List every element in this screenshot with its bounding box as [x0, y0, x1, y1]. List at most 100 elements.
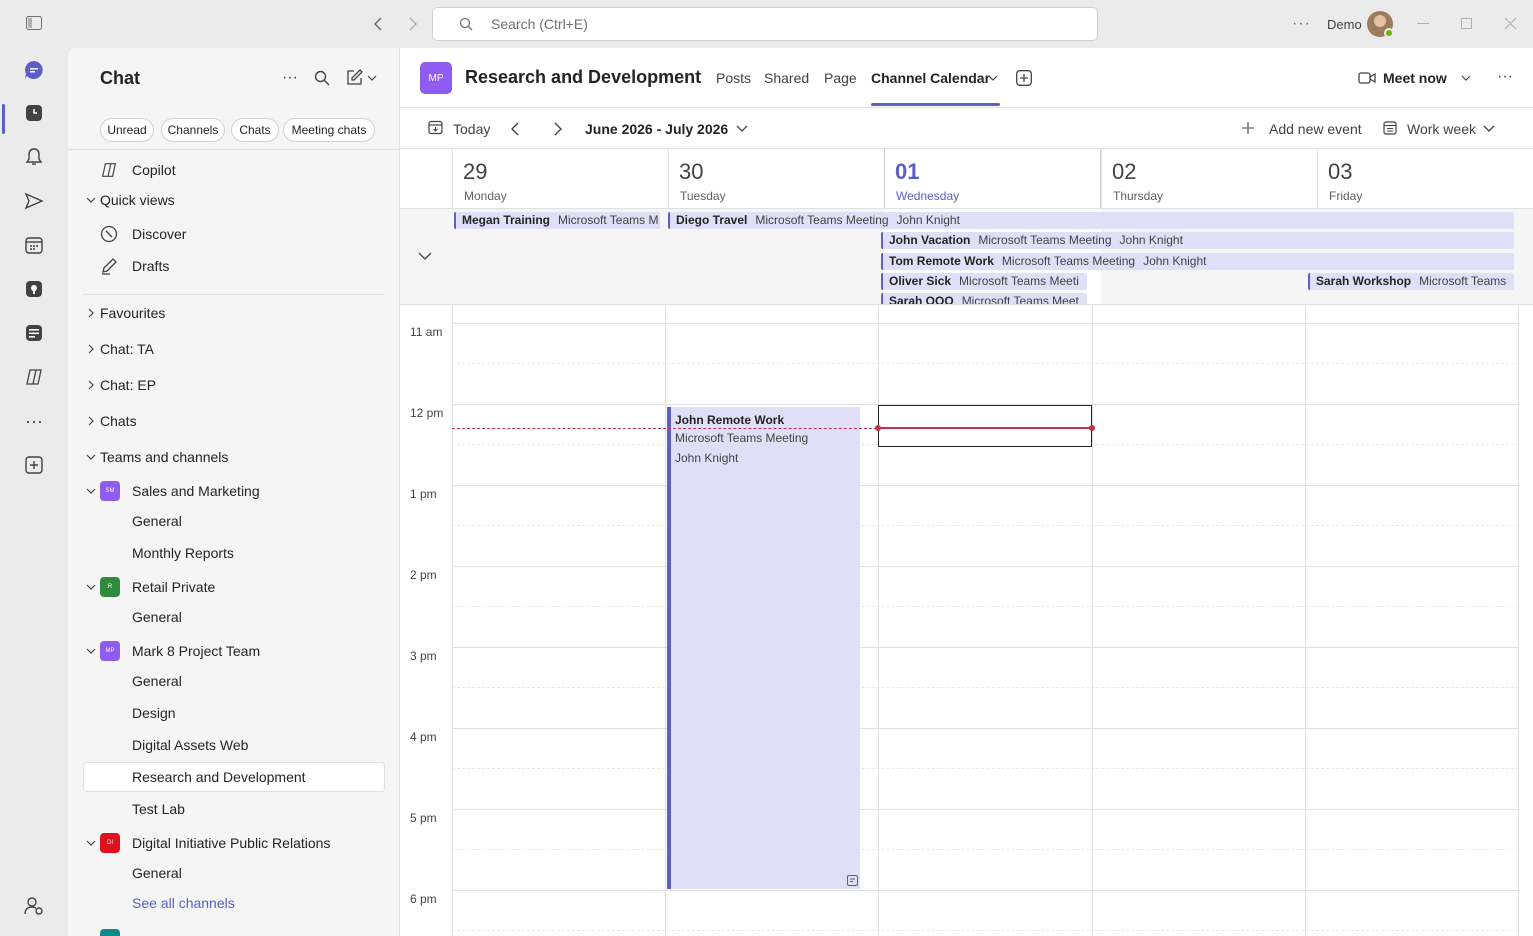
day-header[interactable]: 03 Friday [1317, 149, 1533, 209]
channel-item[interactable]: Monthly Reports [68, 539, 399, 567]
filter-meeting-chats[interactable]: Meeting chats [283, 118, 375, 142]
tab-page[interactable]: Page [824, 70, 857, 86]
chat-ep-header[interactable]: Chat: EP [68, 371, 399, 399]
channel-item[interactable]: Design [68, 699, 399, 727]
copilot-icon[interactable] [22, 365, 46, 389]
hour-label: 5 pm [410, 811, 437, 825]
today-button[interactable]: Today [453, 121, 490, 137]
discover-row[interactable]: Discover [68, 220, 399, 248]
chat-icon[interactable] [22, 58, 46, 82]
meet-now-button[interactable]: Meet now [1358, 70, 1471, 86]
team-mark-8-project-team[interactable]: MP Mark 8 Project Team [68, 637, 399, 665]
notes-app-icon[interactable] [22, 321, 46, 345]
allday-event[interactable]: Oliver Sick Microsoft Teams Meeti [881, 273, 1087, 290]
chevron-down-icon[interactable] [736, 125, 748, 132]
see-all-channels-link[interactable]: See all channels [68, 889, 399, 917]
send-icon[interactable] [22, 189, 46, 213]
channel-title: Research and Development [465, 67, 702, 87]
chat-ta-header[interactable]: Chat: TA [68, 335, 399, 363]
favourites-label: Favourites [100, 305, 166, 321]
add-app-icon[interactable] [22, 453, 46, 477]
filter-channels[interactable]: Channels [161, 118, 225, 142]
previous-week-icon[interactable] [510, 121, 520, 137]
maximize-icon[interactable] [1461, 18, 1472, 29]
chat-sidebar: Chat ··· Unread Channels Chats Meeting c… [68, 48, 400, 936]
collapse-allday-icon[interactable] [418, 252, 432, 260]
team-digital-initiative-public-relations[interactable]: DI Digital Initiative Public Relations [68, 829, 399, 857]
calendar-view-icon[interactable] [1383, 121, 1397, 135]
chevron-down-icon[interactable] [988, 75, 998, 81]
day-header[interactable]: 30 Tuesday [668, 149, 884, 209]
chevron-down-icon [1461, 75, 1471, 81]
date-range[interactable]: June 2026 - July 2026 [585, 121, 728, 137]
channel-item-selected[interactable]: Research and Development [68, 763, 399, 791]
tab-posts[interactable]: Posts [716, 70, 751, 86]
calendar-icon[interactable] [22, 233, 46, 257]
header-more-icon[interactable]: ··· [1497, 68, 1513, 86]
event-title: Megan Training [462, 213, 551, 227]
calendar-event[interactable]: John Remote Work Microsoft Teams Meeting… [667, 407, 860, 889]
allday-event[interactable]: Diego Travel Microsoft Teams Meeting John … [668, 212, 1514, 229]
channel-item[interactable]: General [68, 667, 399, 695]
grid-line [878, 305, 879, 936]
day-header[interactable]: 29 Monday [452, 149, 668, 209]
selected-time-slot[interactable] [878, 405, 1092, 447]
filter-unread[interactable]: Unread [100, 118, 154, 142]
tab-shared[interactable]: Shared [764, 70, 809, 86]
day-header-gutter [400, 149, 452, 209]
current-time-dot [875, 425, 881, 431]
filter-chats[interactable]: Chats [231, 118, 279, 142]
channel-item[interactable]: General [68, 859, 399, 887]
plus-icon[interactable] [1241, 121, 1255, 135]
channel-label: Test Lab [132, 801, 185, 817]
quick-views-header[interactable]: Quick views [68, 186, 399, 214]
calendar-today-icon[interactable] [428, 120, 443, 135]
lightbulb-app-icon[interactable] [22, 277, 46, 301]
back-arrow-icon[interactable] [372, 16, 386, 32]
favourites-header[interactable]: Favourites [68, 299, 399, 327]
allday-event[interactable]: Tom Remote Work Microsoft Teams Meeting Jo… [881, 253, 1514, 270]
grid-line [452, 606, 1519, 607]
team-sales-and-marketing[interactable]: SM Sales and Marketing [68, 477, 399, 505]
allday-event[interactable]: Megan Training Microsoft Teams M [454, 212, 660, 229]
add-tab-icon[interactable] [1016, 70, 1032, 86]
channel-item[interactable]: Digital Assets Web [68, 731, 399, 759]
search-input[interactable]: Search (Ctrl+E) [432, 7, 1098, 41]
copilot-row[interactable]: Copilot [68, 156, 399, 184]
grid-line [452, 363, 1519, 364]
add-new-event-button[interactable]: Add new event [1269, 121, 1362, 137]
chats-header[interactable]: Chats [68, 407, 399, 435]
team-retail-private[interactable]: R Retail Private [68, 573, 399, 601]
view-selector[interactable]: Work week [1407, 121, 1476, 137]
next-week-icon[interactable] [553, 121, 563, 137]
sidebar-more-icon[interactable]: ··· [282, 69, 298, 87]
sidebar-toggle-icon[interactable] [26, 16, 42, 30]
chevron-right-icon [86, 344, 96, 354]
channel-item[interactable]: General [68, 603, 399, 631]
new-chat-button[interactable] [346, 69, 377, 86]
day-header-today[interactable]: 01 Wednesday [884, 149, 1101, 209]
sidebar-search-icon[interactable] [314, 70, 330, 86]
team-name: Mark 8 Project Team [132, 643, 261, 659]
day-header[interactable]: 02 Thursday [1101, 149, 1317, 209]
minimize-icon[interactable] [1417, 23, 1429, 24]
channel-item[interactable]: Test Lab [68, 795, 399, 823]
more-apps-icon[interactable]: ··· [22, 409, 46, 433]
more-options-icon[interactable]: ··· [1292, 15, 1311, 33]
bell-icon[interactable] [22, 145, 46, 169]
allday-event[interactable]: Sarah OOO Microsoft Teams Meet [881, 293, 1087, 304]
activity-icon[interactable] [22, 101, 46, 125]
tab-channel-calendar[interactable]: Channel Calendar [871, 70, 990, 86]
channel-item[interactable]: General [68, 507, 399, 535]
chevron-down-icon[interactable] [1483, 125, 1495, 132]
teams-channels-header[interactable]: Teams and channels [68, 443, 399, 471]
drafts-row[interactable]: Drafts [68, 252, 399, 280]
allday-event[interactable]: Sarah Workshop Microsoft Teams [1308, 273, 1514, 290]
allday-event[interactable]: John Vacation Microsoft Teams Meeting John… [881, 232, 1514, 249]
people-settings-icon[interactable] [22, 894, 46, 918]
close-icon[interactable] [1504, 17, 1517, 30]
avatar[interactable] [1367, 11, 1394, 38]
forward-arrow-icon[interactable] [405, 16, 419, 32]
event-location: Microsoft Teams Meeting [755, 213, 889, 227]
event-title: John Remote Work [675, 413, 785, 427]
